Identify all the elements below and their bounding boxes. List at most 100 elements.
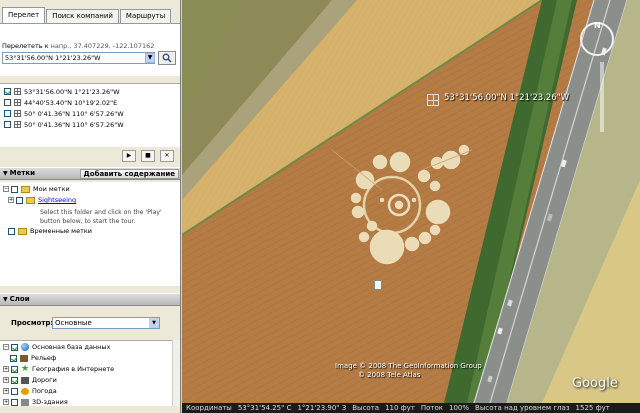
places-panel-header[interactable]: ▼ Метки Добавить содержание [0, 167, 180, 180]
expand-icon[interactable]: + [3, 377, 9, 383]
places-panel-title: Метки [9, 169, 36, 177]
my-places-tree: − Мои метки + Sightseeing Select this fo… [0, 182, 180, 286]
sightseeing-note: Select this folder and click on the 'Pla… [40, 209, 162, 225]
folder-icon [18, 227, 27, 235]
expand-icon[interactable]: + [3, 399, 9, 405]
tab-directions[interactable]: Маршруты [119, 9, 172, 23]
layers-scrollbar[interactable] [172, 340, 180, 406]
satellite-imagery [182, 0, 640, 403]
result-checkbox[interactable] [4, 121, 11, 128]
layer-checkbox[interactable] [11, 387, 18, 395]
layer-label: Основная база данных [32, 343, 111, 351]
zoom-slider[interactable] [600, 62, 604, 132]
layer-label: География в Интернете [32, 365, 115, 373]
globe-icon [21, 343, 29, 351]
layer-label: 3D-здания [32, 398, 68, 406]
tree-item-my-places[interactable]: − Мои метки [3, 185, 70, 193]
eye-alt-value: 1525 фут [575, 404, 610, 412]
add-content-button[interactable]: Добавить содержание [79, 169, 179, 179]
kml-placemark-icon[interactable] [374, 280, 382, 290]
tab-local-search[interactable]: Поиск компаний [46, 9, 119, 23]
result-checkbox[interactable] [4, 110, 11, 117]
eye-alt-label: Высота над уровнем глаз [475, 404, 570, 412]
stop-button[interactable]: ■ [141, 150, 155, 162]
list-item[interactable]: 50° 0'41.36"N 110° 6'57.26"W [4, 120, 124, 129]
latitude-value: 53°31'54.25" С [237, 404, 292, 412]
collapse-icon[interactable]: − [3, 344, 9, 350]
result-checkbox[interactable] [4, 99, 11, 106]
fly-to-hint: напр., 37.407229, -122.107162 [50, 42, 155, 50]
fly-to-input[interactable] [2, 52, 155, 64]
collapse-triangle-icon: ▼ [3, 296, 8, 303]
layer-item-3d-buildings[interactable]: + 3D-здания [3, 398, 68, 406]
chevron-down-icon: ▼ [149, 318, 159, 328]
clear-results-button[interactable]: ✕ [160, 150, 174, 162]
layer-item-terrain[interactable]: Рельеф [10, 354, 56, 362]
placemark-icon [14, 88, 21, 95]
weather-icon [21, 387, 29, 395]
tree-item-sightseeing[interactable]: + Sightseeing [8, 196, 76, 204]
layers-panel-header[interactable]: ▼ Слои [0, 293, 180, 306]
expand-icon[interactable]: + [3, 366, 9, 372]
folder-icon [26, 196, 35, 204]
sidebar: Перелет Поиск компаний Маршруты Перелете… [0, 0, 181, 413]
result-label: 50° 0'41.36"N 110° 6'57.26"W [24, 109, 124, 118]
result-checkbox[interactable] [4, 88, 11, 95]
placemark-icon [14, 110, 21, 117]
placemark-icon [14, 121, 21, 128]
star-icon: ★ [21, 363, 30, 374]
layer-checkbox[interactable] [11, 376, 18, 384]
view-select-value: Основные [55, 319, 92, 327]
map-view[interactable]: 53°31'56.00"N 1°21'23.26"W N Image © 200… [182, 0, 640, 403]
fly-to-label: Перелететь к напр., 37.407229, -122.1071… [2, 42, 154, 50]
building-icon [21, 398, 29, 406]
layer-item-weather[interactable]: + Погода [3, 387, 57, 395]
layer-checkbox[interactable] [10, 354, 17, 362]
compass-north-label: N [594, 21, 601, 30]
expand-icon[interactable]: + [8, 197, 14, 203]
fly-to-panel: Перелететь к напр., 37.407229, -122.1071… [0, 24, 180, 76]
coords-label: Координаты [186, 404, 232, 412]
layer-item-primary-db[interactable]: − Основная база данных [3, 343, 110, 351]
fly-to-label-text: Перелететь к [2, 42, 49, 50]
layer-item-roads[interactable]: + Дороги [3, 376, 57, 384]
layers-view-row: Просмотр: Основные ▼ [0, 312, 180, 334]
elevation-value: 110 фут [385, 404, 415, 412]
status-bar: Координаты 53°31'54.25" С 1°21'23.90" З … [182, 403, 640, 413]
road-icon [21, 376, 29, 384]
list-item[interactable]: 44°40'53.40"N 10°19'2.02"E [4, 98, 117, 107]
terrain-icon [20, 354, 28, 362]
my-places-checkbox[interactable] [11, 185, 18, 193]
layer-item-geographic-web[interactable]: + ★ География в Интернете [3, 363, 115, 374]
search-icon [162, 53, 172, 63]
longitude-value: 1°21'23.90" З [297, 404, 347, 412]
results-controls: ▶ ■ ✕ [0, 147, 180, 165]
list-item[interactable]: 53°31'56.00"N 1°21'23.26"W [4, 87, 120, 96]
temporary-checkbox[interactable] [8, 227, 15, 235]
view-select[interactable]: Основные ▼ [52, 317, 160, 329]
result-label: 44°40'53.40"N 10°19'2.02"E [24, 98, 118, 107]
placemark-label[interactable]: 53°31'56.00"N 1°21'23.26"W [444, 93, 569, 103]
layer-checkbox[interactable] [11, 343, 18, 351]
compass-icon[interactable]: N [580, 21, 614, 56]
list-item[interactable]: 50° 0'41.36"N 110° 6'57.26"W [4, 109, 124, 118]
layer-label: Рельеф [31, 354, 57, 362]
search-results-list: 53°31'56.00"N 1°21'23.26"W 44°40'53.40"N… [0, 83, 180, 147]
placemark-icon [14, 99, 21, 106]
sightseeing-link[interactable]: Sightseeing [38, 196, 76, 204]
collapse-icon[interactable]: − [3, 186, 9, 192]
fly-to-dropdown[interactable]: ▼ [145, 53, 155, 63]
play-button[interactable]: ▶ [122, 150, 136, 162]
streaming-label: Поток [420, 404, 443, 412]
sightseeing-checkbox[interactable] [16, 196, 23, 204]
folder-icon [21, 185, 30, 193]
placemark-icon[interactable] [427, 94, 439, 106]
tree-item-temporary[interactable]: Временные метки [8, 227, 92, 235]
tab-fly-to[interactable]: Перелет [2, 7, 46, 23]
search-button[interactable] [158, 51, 176, 65]
layer-checkbox[interactable] [11, 365, 18, 373]
layer-checkbox[interactable] [11, 398, 18, 406]
expand-icon[interactable]: + [3, 388, 9, 394]
result-label: 50° 0'41.36"N 110° 6'57.26"W [24, 120, 124, 129]
layer-label: Погода [32, 387, 57, 395]
